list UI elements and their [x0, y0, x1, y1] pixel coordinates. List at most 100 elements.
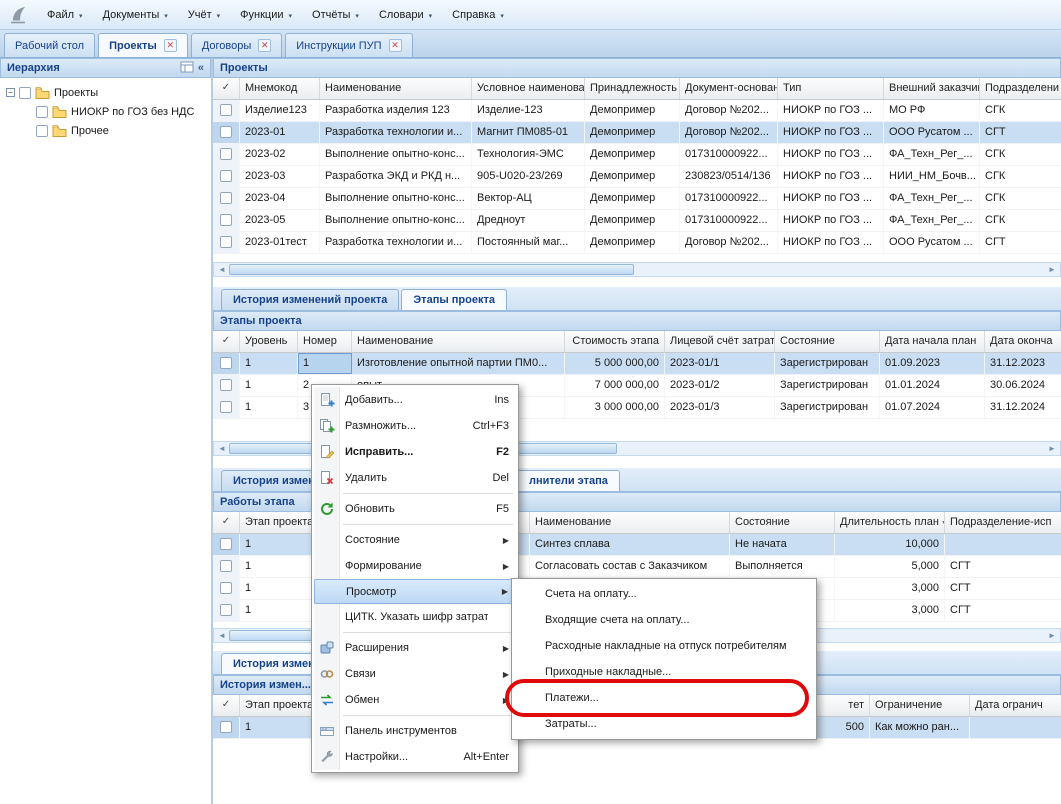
row-checkbox[interactable] [220, 538, 232, 550]
menu-item-links[interactable]: Связи▶ [314, 661, 516, 687]
column-header[interactable]: Документ-основан [680, 78, 778, 99]
column-header[interactable]: Дата оконча [985, 331, 1061, 352]
row-checkbox[interactable] [220, 170, 232, 182]
tree-checkbox[interactable] [19, 87, 31, 99]
scroll-right-icon[interactable]: ► [1045, 631, 1059, 640]
column-header[interactable]: Мнемокод [240, 78, 320, 99]
column-header[interactable]: Ограничение [870, 695, 970, 716]
menu-item-add[interactable]: Добавить...Ins [314, 387, 516, 413]
select-all-checkbox[interactable]: ✓ [213, 78, 240, 99]
menu-item-toolbar[interactable]: Панель инструментов [314, 718, 516, 744]
column-header[interactable]: Подразделени [980, 78, 1061, 99]
column-header[interactable]: Состояние [730, 512, 835, 533]
scroll-left-icon[interactable]: ◄ [215, 265, 229, 274]
column-header[interactable]: тет [815, 695, 870, 716]
row-checkbox[interactable] [220, 148, 232, 160]
menu-item-costs[interactable]: Затраты... [514, 711, 814, 737]
column-header[interactable]: Наименование [530, 512, 730, 533]
column-header[interactable]: Наименование [352, 331, 565, 352]
column-header[interactable]: Стоимость этапа [565, 331, 665, 352]
column-header[interactable]: Номер [298, 331, 352, 352]
menu-dictionaries[interactable]: Словари▾ [370, 5, 441, 25]
tab-contracts[interactable]: Договоры✕ [191, 33, 282, 57]
menu-item-settings[interactable]: Настройки...Alt+Enter [314, 744, 516, 770]
column-header[interactable]: Длительность план ▼ [835, 512, 945, 533]
tab-instructions-pup[interactable]: Инструкции ПУП✕ [285, 33, 412, 57]
menu-item-invoices[interactable]: Счета на оплату... [514, 581, 814, 607]
column-header[interactable]: Лицевой счёт затрат [665, 331, 775, 352]
select-all-checkbox[interactable]: ✓ [213, 331, 240, 352]
table-row[interactable]: 2023-01Разработка технологии и...Магнит … [213, 122, 1061, 144]
collapse-panel-icon[interactable]: « [198, 62, 204, 74]
row-checkbox[interactable] [220, 721, 232, 733]
row-checkbox[interactable] [220, 604, 232, 616]
column-header[interactable]: Условное наименова [472, 78, 585, 99]
menu-item-formation[interactable]: Формирование▶ [314, 553, 516, 579]
row-checkbox[interactable] [220, 126, 232, 138]
row-checkbox[interactable] [220, 401, 232, 413]
tree-node-projects[interactable]: − Проекты [2, 83, 209, 102]
menu-accounting[interactable]: Учёт▾ [179, 5, 229, 25]
tree-node-niokr[interactable]: НИОКР по ГОЗ без НДС [2, 102, 209, 121]
column-header[interactable]: Состояние [775, 331, 880, 352]
table-row[interactable]: 2023-04Выполнение опытно-конс...Вектор-А… [213, 188, 1061, 210]
menu-file[interactable]: Файл▾ [38, 5, 92, 25]
column-header[interactable]: Наименование [320, 78, 472, 99]
scroll-right-icon[interactable]: ► [1045, 444, 1059, 453]
tab-desktop[interactable]: Рабочий стол [4, 33, 95, 57]
tab-project-history[interactable]: История изменений проекта [221, 289, 399, 310]
grid-settings-icon[interactable] [180, 61, 194, 76]
tree-checkbox[interactable] [36, 106, 48, 118]
column-header[interactable]: Уровень [240, 331, 298, 352]
table-row[interactable]: 2023-02Выполнение опытно-конс...Технолог… [213, 144, 1061, 166]
scroll-thumb[interactable] [229, 264, 634, 275]
column-header[interactable]: Принадлежность [585, 78, 680, 99]
table-row[interactable]: 2023-01тестРазработка технологии и...Пос… [213, 232, 1061, 254]
row-checkbox[interactable] [220, 236, 232, 248]
collapse-expander-icon[interactable]: − [6, 88, 15, 97]
column-header[interactable]: Тип [778, 78, 884, 99]
row-checkbox[interactable] [220, 192, 232, 204]
menu-item-extensions[interactable]: Расширения▶ [314, 635, 516, 661]
close-icon[interactable]: ✕ [389, 39, 402, 52]
close-icon[interactable]: ✕ [164, 39, 177, 52]
row-checkbox[interactable] [220, 357, 232, 369]
column-header[interactable]: Подразделение-исп [945, 512, 1061, 533]
scroll-right-icon[interactable]: ► [1045, 265, 1059, 274]
menu-item-delete[interactable]: УдалитьDel [314, 465, 516, 491]
scroll-left-icon[interactable]: ◄ [215, 444, 229, 453]
menu-item-incoming-invoices[interactable]: Входящие счета на оплату... [514, 607, 814, 633]
menu-item-edit[interactable]: Исправить...F2 [314, 439, 516, 465]
menu-item-incoming-waybills[interactable]: Приходные накладные... [514, 659, 814, 685]
row-checkbox[interactable] [220, 582, 232, 594]
menu-item-refresh[interactable]: ОбновитьF5 [314, 496, 516, 522]
menu-help[interactable]: Справка▾ [443, 5, 513, 25]
menu-item-payments[interactable]: Платежи... [514, 685, 814, 711]
row-checkbox[interactable] [220, 560, 232, 572]
tree-node-other[interactable]: Прочее [2, 121, 209, 140]
projects-hscrollbar[interactable]: ◄ ► [213, 262, 1061, 277]
select-all-checkbox[interactable]: ✓ [213, 695, 240, 716]
column-header[interactable]: Внешний заказчик [884, 78, 980, 99]
row-checkbox[interactable] [220, 214, 232, 226]
close-icon[interactable]: ✕ [258, 39, 271, 52]
select-all-checkbox[interactable]: ✓ [213, 512, 240, 533]
table-row[interactable]: 2023-03Разработка ЭКД и РКД н...905-U020… [213, 166, 1061, 188]
menu-item-view[interactable]: Просмотр▶ [314, 579, 516, 604]
tree-checkbox[interactable] [36, 125, 48, 137]
scroll-left-icon[interactable]: ◄ [215, 631, 229, 640]
tab-project-stages[interactable]: Этапы проекта [401, 289, 507, 310]
row-checkbox[interactable] [220, 379, 232, 391]
column-header[interactable]: Дата огранич [970, 695, 1061, 716]
menu-item-duplicate[interactable]: Размножить...Ctrl+F3 [314, 413, 516, 439]
menu-item-citk[interactable]: ЦИТК. Указать шифр затрат... [314, 604, 516, 630]
table-row[interactable]: 11Изготовление опытной партии ПМ0...5 00… [213, 353, 1061, 375]
table-row[interactable]: 2023-05Выполнение опытно-конс...Дредноут… [213, 210, 1061, 232]
table-row[interactable]: Изделие123Разработка изделия 123Изделие-… [213, 100, 1061, 122]
row-checkbox[interactable] [220, 104, 232, 116]
menu-reports[interactable]: Отчёты▾ [303, 5, 368, 25]
menu-functions[interactable]: Функции▾ [231, 5, 301, 25]
menu-item-exchange[interactable]: Обмен▶ [314, 687, 516, 713]
menu-item-state[interactable]: Состояние▶ [314, 527, 516, 553]
column-header[interactable]: Дата начала план [880, 331, 985, 352]
